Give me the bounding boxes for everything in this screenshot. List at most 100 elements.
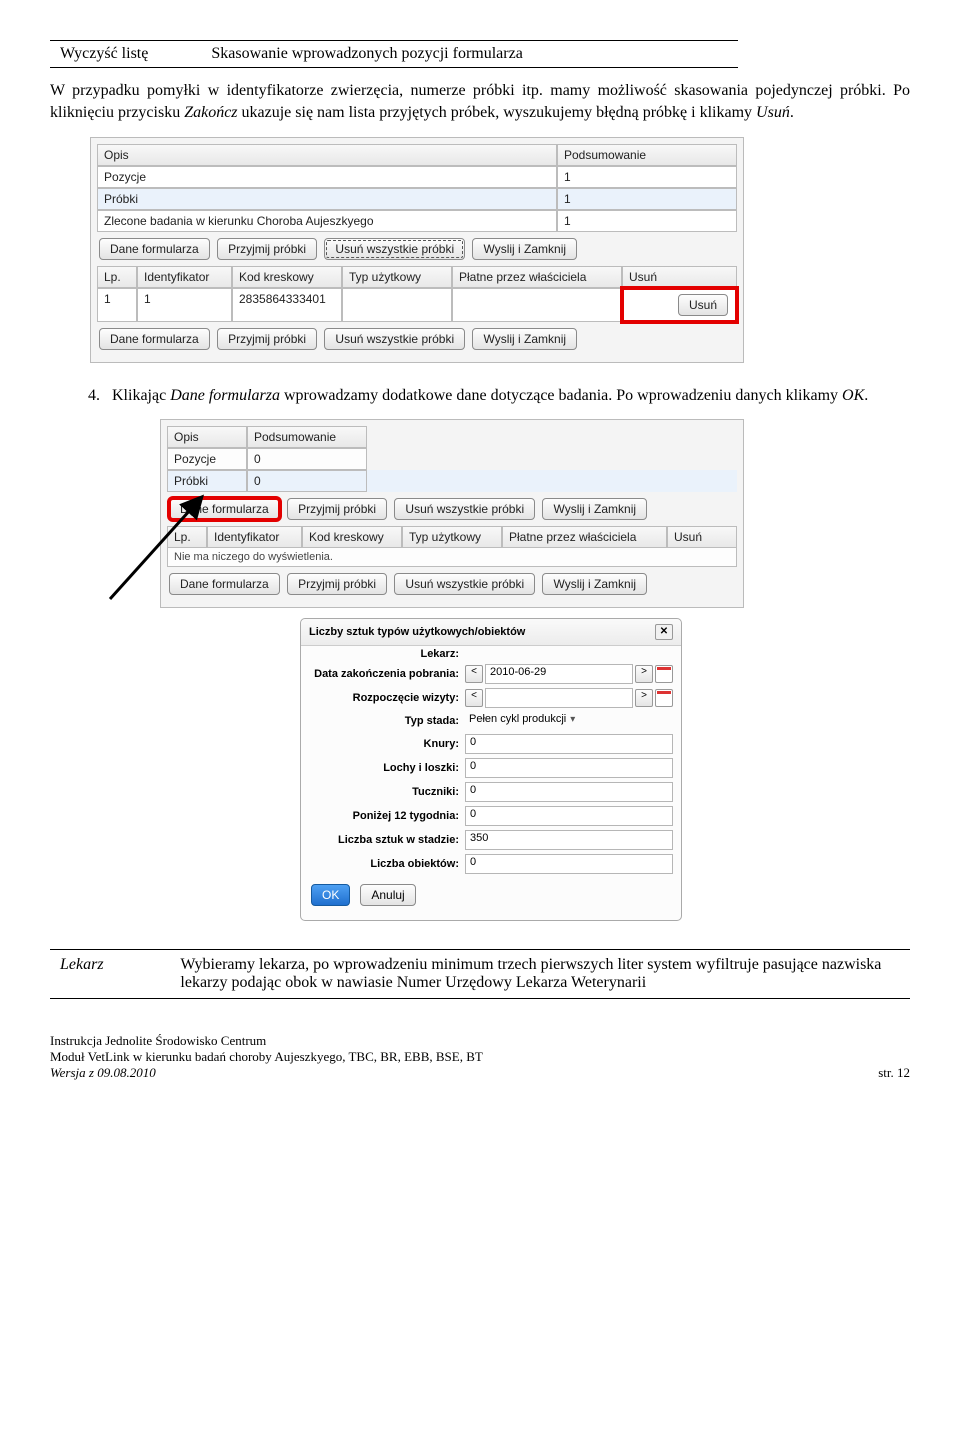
przyjmij-probki-button-3[interactable]: Przyjmij próbki — [287, 498, 387, 520]
przyjmij-probki-button-2[interactable]: Przyjmij próbki — [217, 328, 317, 350]
screenshot-summary-empty: Opis Podsumowanie Pozycje 0 Próbki 0 Dan… — [160, 419, 744, 608]
cell-kod: 2835864333401 — [232, 288, 342, 322]
step-4: 4. Klikając Dane formularza wprowadzamy … — [88, 385, 910, 407]
clear-list-label: Wyczyść listę — [50, 41, 201, 68]
row-pozycje-label-2: Pozycje — [167, 448, 247, 470]
input-data-zak[interactable]: 2010-06-29 — [485, 664, 633, 684]
step-number: 4. — [88, 385, 112, 407]
cell-platne — [452, 288, 622, 322]
footer-line-2: Moduł VetLink w kierunku badań choroby A… — [50, 1049, 910, 1065]
usun-wszystkie-button-2[interactable]: Usuń wszystkie próbki — [324, 328, 465, 350]
wyslij-zamknij-button-2[interactable]: Wyslij i Zamknij — [472, 328, 577, 350]
input-knury[interactable]: 0 — [465, 734, 673, 754]
usun-row-button[interactable]: Usuń — [678, 294, 728, 316]
clear-list-desc: Skasowanie wprowadzonych pozycji formula… — [201, 41, 738, 68]
input-liczba-sztuk[interactable]: 350 — [465, 830, 673, 850]
col-podsumowanie: Podsumowanie — [557, 144, 737, 166]
dane-formularza-button-2[interactable]: Dane formularza — [99, 328, 210, 350]
input-rozpoczecie[interactable] — [485, 688, 633, 708]
input-ponizej12[interactable]: 0 — [465, 806, 673, 826]
calendar-icon[interactable] — [655, 665, 673, 683]
lekarz-definition-table: Lekarz Wybieramy lekarza, po wprowadzeni… — [50, 949, 910, 999]
przyjmij-probki-button[interactable]: Przyjmij próbki — [217, 238, 317, 260]
przyjmij-probki-button-4[interactable]: Przyjmij próbki — [287, 573, 387, 595]
col-platne: Płatne przez właściciela — [452, 266, 622, 288]
col-kod-kreskowy: Kod kreskowy — [232, 266, 342, 288]
ok-button[interactable]: OK — [311, 884, 350, 906]
usun-wszystkie-button-3[interactable]: Usuń wszystkie próbki — [394, 498, 535, 520]
chevron-down-icon: ▾ — [570, 714, 575, 725]
button-row-top: Dane formularza Przyjmij próbki Usuń wsz… — [97, 232, 737, 266]
date-next-button[interactable]: > — [635, 665, 653, 683]
p1-zakoncz: Zakończ — [184, 104, 237, 121]
s4-c: wprowadzamy dodatkowe dane dotyczące bad… — [280, 387, 842, 404]
dane-formularza-button[interactable]: Dane formularza — [99, 238, 210, 260]
cell-lp: 1 — [97, 288, 137, 322]
wyslij-zamknij-button-3[interactable]: Wyslij i Zamknij — [542, 498, 647, 520]
input-tuczniki[interactable]: 0 — [465, 782, 673, 802]
label-data-zak: Data zakończenia pobrania: — [309, 668, 465, 680]
p1-text-e: . — [790, 104, 794, 121]
col-id-2: Identyfikator — [207, 526, 302, 548]
col-usun: Usuń — [622, 266, 737, 288]
anuluj-button[interactable]: Anuluj — [360, 884, 415, 906]
row-probki-label-2: Próbki — [167, 470, 247, 492]
close-icon[interactable]: ✕ — [655, 624, 673, 640]
cell-typ — [342, 288, 452, 322]
dialog-liczby-sztuk: Liczby sztuk typów użytkowych/obiektów ✕… — [300, 618, 682, 921]
calendar-icon-2[interactable] — [655, 689, 673, 707]
col-typ-uzytkowy: Typ użytkowy — [342, 266, 452, 288]
wyslij-zamknij-button-4[interactable]: Wyslij i Zamknij — [542, 573, 647, 595]
col-typ-2: Typ użytkowy — [402, 526, 502, 548]
dane-formularza-button-4[interactable]: Dane formularza — [169, 573, 280, 595]
paragraph-intro: W przypadku pomyłki w identyfikatorze zw… — [50, 80, 910, 123]
page-footer: Instrukcja Jednolite Środowisko Centrum … — [50, 1033, 910, 1082]
usun-wszystkie-button[interactable]: Usuń wszystkie próbki — [324, 238, 465, 260]
footer-page-number: str. 12 — [878, 1065, 910, 1081]
s4-e: . — [864, 387, 868, 404]
label-lochy: Lochy i loszki: — [309, 762, 465, 774]
input-lochy[interactable]: 0 — [465, 758, 673, 778]
lekarz-desc: Wybieramy lekarza, po wprowadzeniu minim… — [170, 949, 910, 998]
wyslij-zamknij-button[interactable]: Wyslij i Zamknij — [472, 238, 577, 260]
label-knury: Knury: — [309, 738, 465, 750]
row-probki-value-2: 0 — [247, 470, 367, 492]
col-lp-2: Lp. — [167, 526, 207, 548]
row-probki-value: 1 — [557, 188, 737, 210]
s4-ok: OK — [842, 387, 864, 404]
p1-text-c: ukazuje się nam lista przyjętych próbek,… — [238, 104, 757, 121]
screenshot-summary-usun: Opis Podsumowanie Pozycje 1 Próbki 1 Zle… — [90, 137, 744, 363]
col-identyfikator: Identyfikator — [137, 266, 232, 288]
summary-header: Opis Podsumowanie — [97, 144, 737, 166]
col-lp: Lp. — [97, 266, 137, 288]
s4-dane-formularza: Dane formularza — [170, 387, 280, 404]
row-zlecone-label: Zlecone badania w kierunku Choroba Aujes… — [97, 210, 557, 232]
typ-stada-value: Pełen cykl produkcji — [469, 713, 566, 725]
row-pozycje-value-2: 0 — [247, 448, 367, 470]
date2-next-button[interactable]: > — [635, 689, 653, 707]
top-definition-table: Wyczyść listę Skasowanie wprowadzonych p… — [50, 40, 738, 68]
date-prev-button[interactable]: < — [465, 665, 483, 683]
input-liczba-obiektow[interactable]: 0 — [465, 854, 673, 874]
label-liczba-obiektow: Liczba obiektów: — [309, 858, 465, 870]
dialog-title-text: Liczby sztuk typów użytkowych/obiektów — [309, 626, 525, 638]
button-row-bottom: Dane formularza Przyjmij próbki Usuń wsz… — [97, 322, 737, 356]
col-opis: Opis — [97, 144, 557, 166]
col-pl-2: Płatne przez właściciela — [502, 526, 667, 548]
usun-wszystkie-button-4[interactable]: Usuń wszystkie próbki — [394, 573, 535, 595]
row-pozycje-value: 1 — [557, 166, 737, 188]
label-ponizej12: Poniżej 12 tygodnia: — [309, 810, 465, 822]
usun-cell-highlight: Usuń — [622, 288, 737, 322]
dane-formularza-button-hl[interactable]: Dane formularza — [169, 498, 280, 520]
select-typ-stada[interactable]: Pełen cykl produkcji ▾ — [465, 712, 673, 730]
label-typ-stada: Typ stada: — [309, 715, 465, 727]
footer-line-1: Instrukcja Jednolite Środowisko Centrum — [50, 1033, 910, 1049]
row-pozycje-label: Pozycje — [97, 166, 557, 188]
cell-id: 1 — [137, 288, 232, 322]
col-us-2: Usuń — [667, 526, 737, 548]
empty-message: Nie ma niczego do wyświetlenia. — [167, 548, 737, 567]
lekarz-label: Lekarz — [50, 949, 170, 998]
date2-prev-button[interactable]: < — [465, 689, 483, 707]
row-probki-label: Próbki — [97, 188, 557, 210]
footer-version: Wersja z 09.08.2010 — [50, 1065, 156, 1081]
